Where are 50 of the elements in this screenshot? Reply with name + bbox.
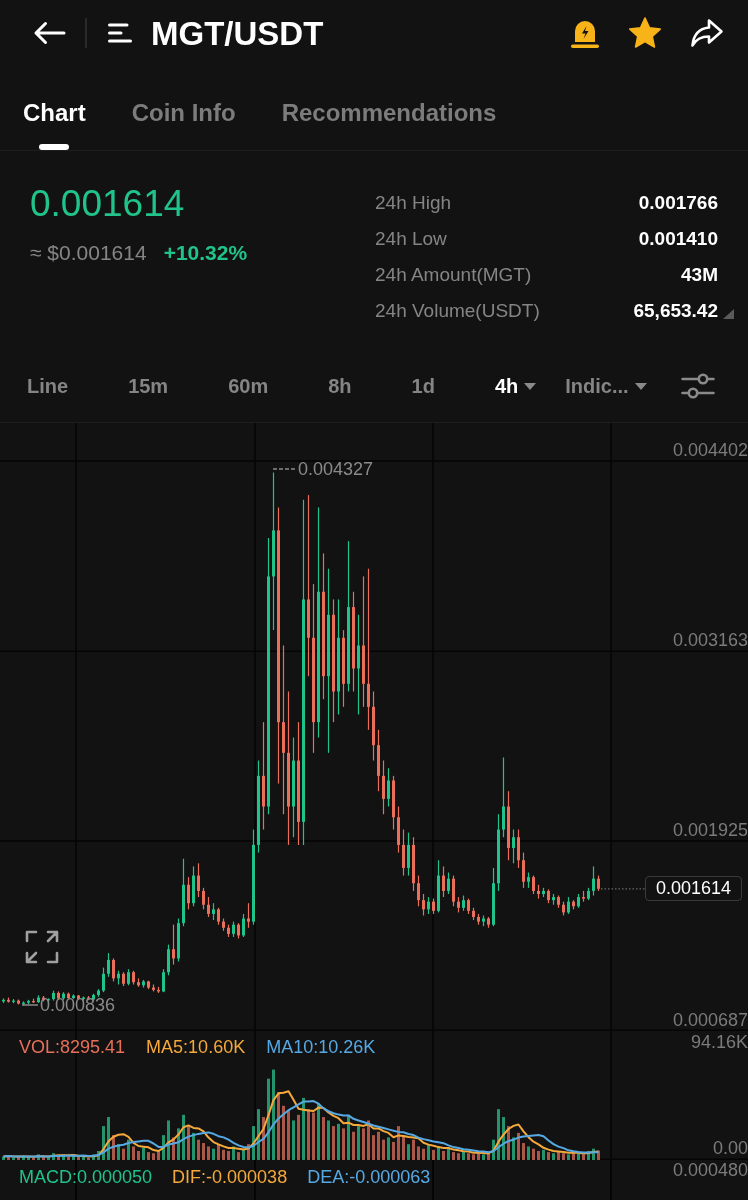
price-change: +10.32%: [163, 240, 248, 266]
stat-label: 24h Volume(USDT): [375, 298, 540, 323]
macd-legend-label: DEA:-0.000063: [307, 1166, 431, 1188]
interval-tab[interactable]: Line: [27, 374, 69, 398]
price-axis-label: 0.004402: [672, 440, 748, 461]
star-icon[interactable]: [628, 17, 662, 49]
back-icon[interactable]: [33, 20, 66, 46]
price-axis-label: 0.001925: [672, 820, 748, 841]
caret-icon: [634, 382, 647, 390]
low-price-leader-line: [21, 1004, 39, 1006]
usd-price: ≈ $0.001614: [30, 240, 147, 266]
tab[interactable]: Coin Info: [131, 99, 236, 150]
volume-axis-label: 94.16K: [690, 1032, 748, 1052]
stat-label: 24h High: [375, 190, 452, 215]
stat-value: 0.001410: [638, 226, 718, 251]
volume-axis-label: 0.00: [712, 1138, 748, 1158]
share-icon[interactable]: [690, 18, 724, 48]
stat-value: 43M: [681, 262, 718, 287]
tab[interactable]: Recommendations: [281, 99, 497, 150]
stat-label: 24h Amount(MGT): [375, 262, 532, 287]
menu-icon[interactable]: [108, 23, 132, 43]
last-price: 0.001614: [30, 182, 185, 226]
volume-legend-label: VOL:8295.41: [19, 1036, 126, 1058]
current-price-label: 0.001614: [645, 876, 742, 902]
volume-legend-label: MA10:10.26K: [266, 1036, 376, 1058]
stat-label: 24h Low: [375, 226, 447, 251]
expand-icon[interactable]: [25, 930, 59, 964]
stat-value: 0.001766: [638, 190, 718, 215]
price-axis-label: 0.003163: [672, 630, 748, 651]
corner-triangle-icon: [723, 309, 734, 319]
stat-value: 65,653.42: [633, 298, 718, 323]
macd-legend-label: DIF:-0.000038: [172, 1166, 288, 1188]
volume-legend-label: MA5:10.60K: [146, 1036, 246, 1058]
caret-icon: [524, 382, 537, 390]
interval-tab[interactable]: 15m: [128, 374, 169, 398]
interval-tab[interactable]: 1d: [411, 374, 435, 398]
current-price-line: [600, 888, 646, 890]
high-price-label: 0.004327: [298, 459, 374, 479]
interval-tab[interactable]: 8h: [328, 374, 352, 398]
indicator-dropdown[interactable]: Indic...: [565, 374, 647, 398]
high-price-leader-line: [272, 468, 296, 470]
price-axis-label: 0.000687: [672, 1010, 748, 1030]
low-price-label: 0.000836: [40, 995, 116, 1015]
tab[interactable]: Chart: [23, 99, 86, 150]
macd-axis-label: 0.000480: [672, 1160, 748, 1180]
pair-title: MGT/USDT: [151, 16, 324, 50]
interval-tab[interactable]: 4h: [494, 374, 537, 398]
sliders-icon[interactable]: [681, 372, 715, 400]
macd-legend-label: MACD:0.000050: [19, 1166, 153, 1188]
interval-tab[interactable]: 60m: [228, 374, 269, 398]
